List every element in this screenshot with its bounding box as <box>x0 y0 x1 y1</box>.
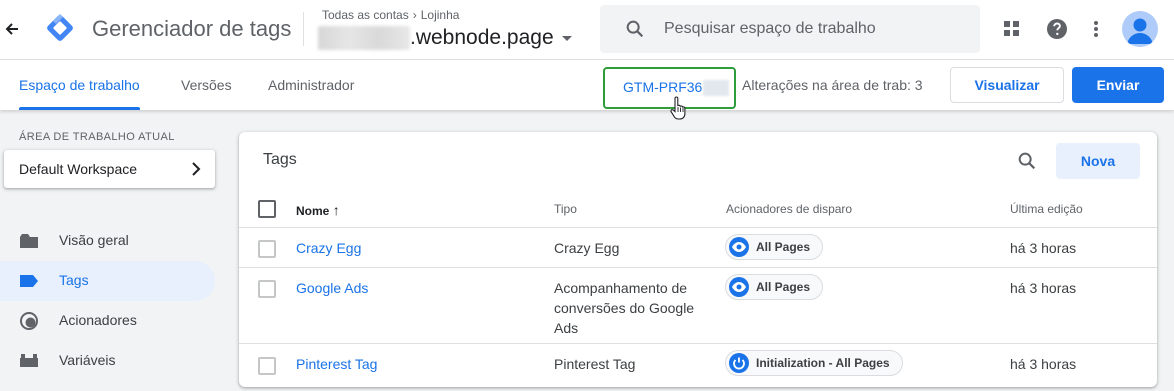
eye-icon <box>729 237 749 257</box>
row-checkbox[interactable] <box>258 240 276 258</box>
row-checkbox[interactable] <box>258 280 276 298</box>
new-tag-button[interactable]: Nova <box>1056 143 1140 179</box>
tag-manager-logo <box>44 12 76 44</box>
top-app-bar: Gerenciador de tags Todas as contas › Loji… <box>0 0 1174 60</box>
tags-card: Tags Nova Nome ↑ Tipo Acionadores de dis… <box>239 132 1157 387</box>
dropdown-caret-icon <box>561 35 572 41</box>
column-header-type[interactable]: Tipo <box>554 202 577 216</box>
workspace-changes: Alterações na área de trab: 3 <box>742 77 923 93</box>
tag-name-link[interactable]: Pinterest Tag <box>296 356 377 372</box>
tag-name-link[interactable]: Google Ads <box>296 280 368 296</box>
table-row[interactable]: Pinterest Tag Pinterest Tag Initializati… <box>239 344 1157 387</box>
workspace-name: Default Workspace <box>19 161 138 177</box>
current-workspace-label: ÁREA DE TRABALHO ATUAL <box>19 131 175 143</box>
sidebar-item-label: Visão geral <box>59 232 129 248</box>
last-edit-time: há 3 horas <box>1010 356 1077 372</box>
person-icon <box>1127 18 1153 44</box>
sort-arrow-icon: ↑ <box>332 202 340 218</box>
hand-pointer-cursor-icon <box>670 96 686 120</box>
sidebar-item-triggers[interactable]: Acionadores <box>0 301 215 341</box>
container-name-suffix: .webnode.page <box>410 26 554 49</box>
tag-name-link[interactable]: Crazy Egg <box>296 240 361 256</box>
table-row[interactable]: Google Ads Acompanhamento de conversões … <box>239 268 1157 344</box>
trigger-chip-label: Initialization - All Pages <box>756 356 890 370</box>
breadcrumb-container[interactable]: Lojinha <box>421 8 460 22</box>
table-header: Nome ↑ Tipo Acionadores de disparo Últim… <box>239 188 1157 228</box>
preview-button[interactable]: Visualizar <box>950 67 1064 103</box>
tag-type: Crazy Egg <box>554 240 620 256</box>
breadcrumb-account[interactable]: Todas as contas <box>322 8 409 22</box>
tag-type: Pinterest Tag <box>554 356 636 372</box>
last-edit-time: há 3 horas <box>1010 240 1077 256</box>
sidebar-item-label: Acionadores <box>59 312 137 328</box>
trigger-chip[interactable]: All Pages <box>725 274 824 300</box>
workspace-search[interactable] <box>600 5 980 53</box>
trigger-chip-label: All Pages <box>756 280 811 294</box>
header-divider <box>303 12 304 46</box>
search-icon[interactable] <box>1016 150 1038 172</box>
container-selector[interactable]: .webnode.page <box>318 25 572 51</box>
account-avatar[interactable] <box>1122 11 1158 47</box>
eye-icon <box>729 277 749 297</box>
help-icon[interactable] <box>1045 17 1069 41</box>
tab-admin[interactable]: Administrador <box>268 60 354 110</box>
row-checkbox[interactable] <box>258 357 276 375</box>
select-all-checkbox[interactable] <box>258 200 276 218</box>
table-row[interactable]: Crazy Egg Crazy Egg All Pages há 3 horas <box>239 228 1157 268</box>
trigger-chip[interactable]: All Pages <box>725 234 824 260</box>
column-name-label: Nome <box>296 204 330 218</box>
breadcrumb: Todas as contas › Lojinha <box>322 8 459 22</box>
trigger-chip-label: All Pages <box>756 240 811 254</box>
column-header-last-edit[interactable]: Última edição <box>1010 202 1083 216</box>
search-input[interactable] <box>664 17 964 41</box>
redacted-id-suffix <box>703 80 730 97</box>
app-title: Gerenciador de tags <box>92 16 292 41</box>
sidebar: ÁREA DE TRABALHO ATUAL Default Workspace… <box>0 110 232 391</box>
container-id[interactable]: GTM-PRF36 <box>623 79 730 97</box>
submit-button[interactable]: Enviar <box>1072 67 1164 103</box>
trigger-icon <box>20 312 38 330</box>
column-header-name[interactable]: Nome ↑ <box>296 202 340 218</box>
variables-icon <box>20 354 38 367</box>
sidebar-item-tags[interactable]: Tags <box>0 261 215 301</box>
breadcrumb-separator: › <box>412 8 417 22</box>
search-icon <box>626 20 644 38</box>
apps-grid-icon[interactable] <box>1002 19 1022 39</box>
workspace-nav: Espaço de trabalho Versões Administrador… <box>0 60 1174 110</box>
last-edit-time: há 3 horas <box>1010 280 1077 296</box>
sidebar-item-label: Variáveis <box>59 352 116 368</box>
folder-icon <box>20 234 38 248</box>
sidebar-item-variables[interactable]: Variáveis <box>0 341 215 381</box>
tag-icon <box>20 275 38 287</box>
workspace-selector[interactable]: Default Workspace <box>4 150 215 188</box>
tag-type: Acompanhamento de conversões do Google A… <box>554 280 695 336</box>
column-header-triggers[interactable]: Acionadores de disparo <box>726 202 852 216</box>
trigger-chip[interactable]: Initialization - All Pages <box>725 350 903 376</box>
sidebar-item-label: Tags <box>59 272 89 288</box>
tab-workspace[interactable]: Espaço de trabalho <box>19 60 140 110</box>
tab-versions[interactable]: Versões <box>181 60 232 110</box>
sidebar-item-overview[interactable]: Visão geral <box>0 221 215 261</box>
redacted-domain <box>318 26 410 51</box>
back-arrow-icon[interactable] <box>4 18 20 40</box>
chevron-right-icon <box>192 162 201 176</box>
container-id-text: GTM-PRF36 <box>623 79 703 95</box>
more-vert-icon[interactable] <box>1088 17 1104 41</box>
tags-title: Tags <box>263 151 297 168</box>
power-icon <box>729 353 749 373</box>
